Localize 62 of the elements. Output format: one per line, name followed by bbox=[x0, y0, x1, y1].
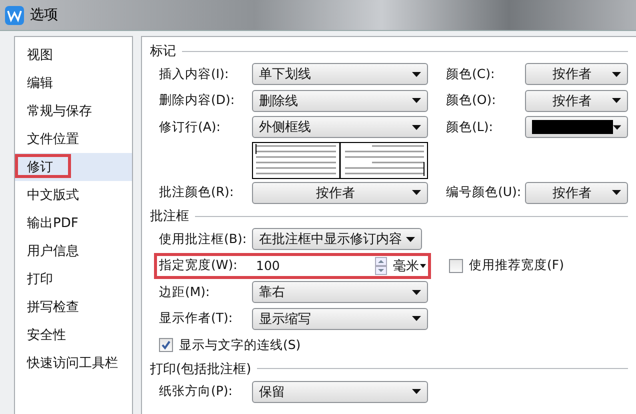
sidebar-item[interactable]: 输出PDF bbox=[15, 209, 132, 237]
sidebar-item[interactable]: 用户信息 bbox=[15, 237, 132, 265]
unit-dropdown[interactable]: 毫米 bbox=[391, 256, 428, 275]
dropdown-arrow-icon bbox=[412, 72, 421, 77]
sidebar-item[interactable]: 安全性 bbox=[15, 321, 132, 349]
dropdown[interactable]: 按作者 bbox=[525, 182, 628, 204]
checkbox-label: 显示与文字的连线(S) bbox=[179, 336, 301, 354]
dropdown-arrow-icon bbox=[612, 124, 621, 130]
field-label: 指定宽度(W): bbox=[159, 257, 238, 274]
sidebar-item[interactable]: 编辑 bbox=[15, 69, 132, 97]
spinner-arrows-icon[interactable] bbox=[375, 256, 387, 275]
field-label: 批注颜色(R): bbox=[159, 184, 235, 202]
field-label: 颜色(C): bbox=[446, 66, 496, 83]
sidebar-item[interactable]: 快速访问工具栏 bbox=[15, 349, 132, 377]
dropdown[interactable]: 外侧框线 bbox=[252, 116, 428, 138]
dropdown-arrow-icon bbox=[412, 98, 421, 104]
sidebar-item[interactable]: 打印 bbox=[15, 265, 132, 293]
color-dropdown[interactable] bbox=[525, 116, 628, 138]
sidebar-item[interactable]: 中文版式 bbox=[15, 181, 132, 209]
section-title: 标记 bbox=[150, 43, 176, 60]
dropdown[interactable]: 保留 bbox=[252, 380, 428, 403]
sidebar-item[interactable]: 常规与保存 bbox=[15, 97, 132, 125]
sidebar-item[interactable]: 拼写检查 bbox=[15, 293, 132, 321]
field-label: 纸张方向(P): bbox=[159, 383, 234, 400]
field-label: 颜色(O): bbox=[446, 92, 497, 110]
dropdown-arrow-icon bbox=[412, 124, 421, 130]
dropdown[interactable]: 按作者 bbox=[525, 63, 628, 86]
dropdown[interactable]: 删除线 bbox=[252, 90, 428, 112]
dropdown-arrow-icon bbox=[612, 190, 621, 196]
field-label: 修订行(A): bbox=[159, 118, 222, 136]
sidebar-item[interactable]: 文件位置 bbox=[15, 125, 132, 153]
dropdown[interactable]: 按作者 bbox=[525, 90, 628, 112]
dropdown[interactable]: 靠右 bbox=[252, 281, 428, 304]
dropdown-arrow-icon bbox=[412, 389, 421, 394]
window-title: 选项 bbox=[30, 6, 58, 24]
checkbox[interactable] bbox=[159, 338, 173, 352]
checkbox-label: 使用推荐宽度(F) bbox=[469, 257, 564, 274]
dropdown[interactable]: 单下划线 bbox=[252, 63, 428, 86]
checkmark-icon bbox=[161, 340, 171, 350]
dropdown[interactable]: 按作者 bbox=[252, 182, 428, 204]
dropdown-arrow-icon bbox=[412, 316, 421, 322]
dropdown-arrow-icon bbox=[406, 236, 415, 242]
dropdown-arrow-icon bbox=[412, 290, 421, 295]
field-label: 删除内容(D): bbox=[159, 92, 236, 110]
field-label: 插入内容(I): bbox=[159, 66, 230, 83]
dropdown-arrow-icon bbox=[612, 72, 621, 77]
dropdown-arrow-icon bbox=[412, 190, 421, 196]
sidebar-item[interactable]: 视图 bbox=[15, 41, 132, 69]
dropdown-arrow-icon bbox=[612, 98, 621, 104]
field-label: 使用批注框(B): bbox=[159, 230, 248, 248]
section-title: 批注框 bbox=[150, 208, 189, 225]
field-label: 颜色(L): bbox=[446, 118, 494, 136]
field-label: 显示作者(T): bbox=[159, 310, 234, 328]
dropdown[interactable]: 显示缩写 bbox=[252, 308, 428, 330]
field-label: 边距(M): bbox=[159, 284, 211, 301]
checkbox[interactable] bbox=[449, 258, 463, 273]
app-logo-icon bbox=[5, 6, 24, 24]
dropdown-arrow-icon bbox=[420, 264, 426, 268]
sidebar-item[interactable]: 修订 bbox=[15, 153, 132, 181]
dropdown[interactable]: 在批注框中显示修订内容 bbox=[252, 228, 422, 250]
field-label: 编号颜色(U): bbox=[446, 184, 522, 202]
section-title: 打印(包括批注框) bbox=[150, 360, 252, 378]
